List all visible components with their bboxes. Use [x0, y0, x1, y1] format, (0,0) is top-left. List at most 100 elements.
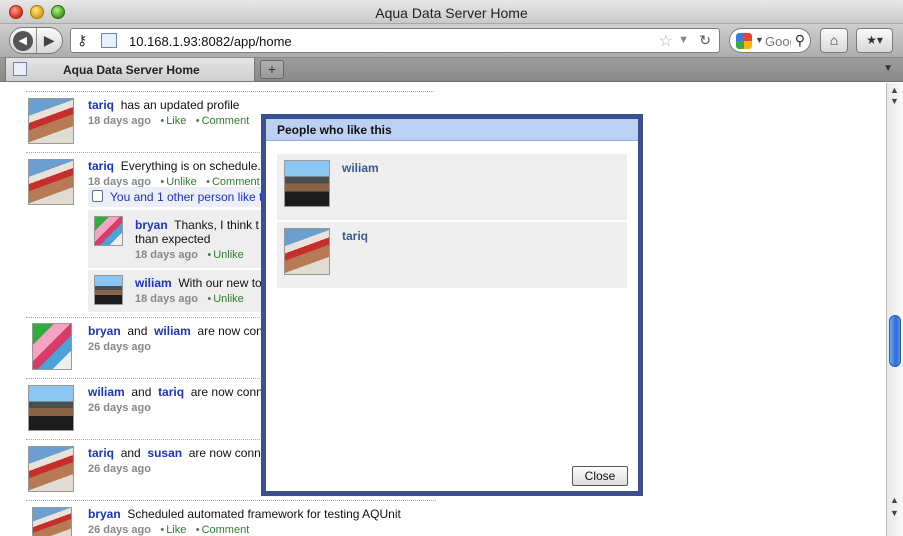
post-text: has an updated profile — [120, 98, 240, 112]
plus-icon: + — [267, 61, 277, 77]
user-link[interactable]: bryan — [88, 324, 121, 338]
favicon-icon — [13, 62, 27, 76]
forward-arrow-icon: ▶ — [43, 32, 55, 48]
search-bar[interactable]: ▼ Goog ⚲ — [729, 28, 811, 53]
back-arrow-icon: ◀ — [12, 30, 33, 51]
post-text: are now conn — [197, 324, 270, 338]
dialog-header: People who like this — [266, 119, 638, 141]
timestamp: 26 days ago — [88, 524, 151, 536]
title-bar: Aqua Data Server Home — [0, 0, 903, 24]
site-icon — [101, 33, 117, 48]
user-link[interactable]: wiliam — [154, 324, 191, 338]
user-link[interactable]: tariq — [88, 446, 114, 460]
list-item: tariq — [277, 222, 627, 288]
home-icon: ⌂ — [829, 32, 839, 48]
like-link[interactable]: Like — [166, 115, 186, 127]
vertical-scrollbar[interactable]: ▲ ▼ ▲ ▼ — [886, 83, 903, 536]
user-link[interactable]: tariq — [158, 385, 184, 399]
bookmark-star-icon[interactable]: ☆ — [659, 31, 673, 51]
divider — [26, 500, 436, 501]
reload-icon[interactable]: ↻ — [699, 32, 711, 49]
back-button[interactable]: ◀ — [10, 28, 37, 53]
browser-toolbar: ◀ ▶ ⚷ 10.168.1.93:8082/app/home ☆ ▼ ↻ ▼ … — [0, 24, 903, 58]
timestamp: 26 days ago — [88, 402, 151, 414]
post-meta: 18 days ago • Like • Comment — [88, 115, 250, 127]
user-link[interactable]: bryan — [88, 507, 121, 521]
user-link[interactable]: bryan — [135, 218, 168, 232]
search-input[interactable]: Goog — [765, 34, 791, 49]
user-link[interactable]: tariq — [88, 98, 114, 112]
thumbs-up-icon — [92, 190, 103, 202]
timestamp: 18 days ago — [135, 249, 198, 261]
forward-button[interactable]: ▶ — [37, 28, 63, 53]
likes-dialog: People who like this wiliam tariq Close — [261, 114, 643, 496]
comment-text: Thanks, I think t — [174, 218, 259, 232]
avatar[interactable] — [32, 323, 72, 370]
timestamp: 26 days ago — [88, 463, 151, 475]
person-name-link[interactable]: tariq — [342, 229, 368, 243]
avatar[interactable] — [94, 275, 123, 305]
divider — [26, 91, 434, 92]
tab-aqua-data-server-home[interactable]: Aqua Data Server Home — [5, 58, 255, 82]
list-item: bryan and wiliam are now conn — [88, 324, 270, 338]
comment-text-continued: than expected — [135, 232, 211, 246]
avatar[interactable] — [28, 159, 74, 205]
avatar[interactable] — [284, 228, 330, 275]
comment-text: With our new to — [178, 276, 262, 290]
unlike-link[interactable]: Unlike — [213, 293, 244, 305]
tab-bar: Aqua Data Server Home + ▼ — [0, 58, 903, 82]
user-link[interactable]: wiliam — [88, 385, 125, 399]
google-icon[interactable] — [736, 33, 752, 49]
user-link[interactable]: susan — [147, 446, 182, 460]
post-text: are now conne — [190, 385, 270, 399]
timestamp: 18 days ago — [135, 293, 198, 305]
list-item: wiliam and tariq are now conne — [88, 385, 270, 399]
close-button[interactable]: Close — [572, 466, 628, 486]
avatar[interactable] — [94, 216, 123, 246]
search-engine-dropdown-icon[interactable]: ▼ — [755, 35, 764, 45]
tab-label: Aqua Data Server Home — [63, 63, 200, 77]
dialog-title: People who like this — [277, 123, 392, 137]
comment-meta: 18 days ago • Unlike — [135, 293, 244, 305]
scroll-up-icon[interactable]: ▲ — [890, 85, 899, 95]
list-item: bryan Scheduled automated framework for … — [88, 507, 401, 521]
scroll-thumb[interactable] — [889, 315, 901, 367]
post-text: are now conne — [188, 446, 268, 460]
avatar[interactable] — [284, 160, 330, 207]
list-item: wiliam — [277, 154, 627, 220]
like-link[interactable]: Like — [166, 524, 186, 536]
post-text: Scheduled automated framework for testin… — [127, 507, 401, 521]
avatar[interactable] — [32, 507, 72, 536]
like-summary-link[interactable]: You and 1 other person like t — [110, 190, 262, 204]
comment-link[interactable]: Comment — [202, 115, 250, 127]
bookmarks-button[interactable]: ★▾ — [856, 28, 893, 53]
scroll-down-icon[interactable]: ▼ — [890, 96, 899, 106]
unlike-link[interactable]: Unlike — [213, 249, 244, 261]
avatar[interactable] — [28, 98, 74, 144]
user-link[interactable]: tariq — [88, 159, 114, 173]
post-meta: 18 days ago • Unlike • Comment — [88, 176, 260, 188]
window-title: Aqua Data Server Home — [375, 5, 528, 21]
url-text[interactable]: 10.168.1.93:8082/app/home — [129, 34, 292, 49]
scroll-up-icon[interactable]: ▲ — [890, 495, 899, 505]
avatar[interactable] — [28, 446, 74, 492]
post-text: Everything is on schedule. — [120, 159, 261, 173]
scroll-down-icon[interactable]: ▼ — [890, 508, 899, 518]
avatar[interactable] — [28, 385, 74, 431]
tab-list-dropdown-icon[interactable]: ▼ — [883, 63, 893, 74]
new-tab-button[interactable]: + — [260, 60, 284, 79]
history-dropdown-icon[interactable]: ▼ — [678, 34, 689, 46]
person-name-link[interactable]: wiliam — [342, 161, 379, 175]
address-bar[interactable]: ⚷ 10.168.1.93:8082/app/home ☆ ▼ ↻ — [70, 28, 720, 53]
comment-link[interactable]: Comment — [202, 524, 250, 536]
user-link[interactable]: wiliam — [135, 276, 172, 290]
list-item: tariq has an updated profile — [88, 98, 239, 112]
home-button[interactable]: ⌂ — [820, 28, 848, 53]
post-meta: 26 days ago • Like • Comment — [88, 524, 250, 536]
timestamp: 26 days ago — [88, 341, 151, 353]
timestamp: 18 days ago — [88, 115, 151, 127]
bookmarks-icon: ★▾ — [866, 33, 883, 47]
key-icon: ⚷ — [77, 32, 88, 48]
magnifier-icon[interactable]: ⚲ — [795, 32, 805, 49]
list-item: tariq and susan are now conne — [88, 446, 268, 460]
